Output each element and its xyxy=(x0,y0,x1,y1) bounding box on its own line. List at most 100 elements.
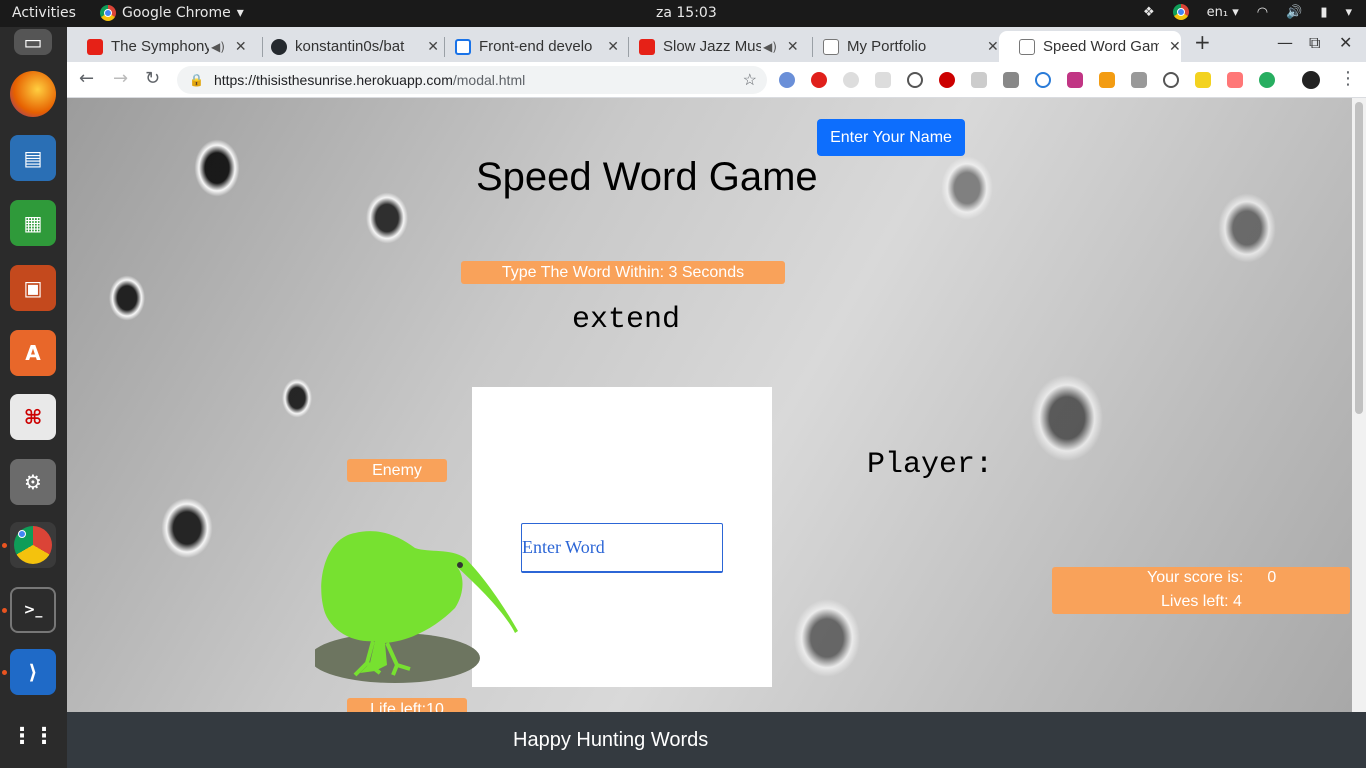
player-label: Player: xyxy=(867,448,994,482)
close-icon[interactable]: ✕ xyxy=(235,39,247,55)
new-tab-button[interactable]: + xyxy=(1194,30,1211,54)
extension-icon[interactable] xyxy=(1099,72,1115,88)
close-icon[interactable]: ✕ xyxy=(607,39,619,55)
tab-title: Front-end develo xyxy=(479,38,593,55)
libreoffice-calc-icon[interactable]: ▦ xyxy=(10,200,56,246)
tab-strip: The Symphony ◀) ✕ konstantin0s/bat ✕ Fro… xyxy=(67,27,1366,62)
speaker-icon[interactable]: ◀) xyxy=(763,40,777,54)
speaker-icon[interactable]: ◀) xyxy=(211,40,225,54)
profile-avatar[interactable] xyxy=(1302,71,1320,89)
tab-the-symphony[interactable]: The Symphony ◀) ✕ xyxy=(67,31,262,62)
minimize-button[interactable]: — xyxy=(1277,33,1293,52)
app-menu-label: Google Chrome xyxy=(122,5,231,21)
activities-button[interactable]: Activities xyxy=(12,5,76,21)
youtube-icon xyxy=(87,38,103,55)
extension-icon[interactable] xyxy=(1259,72,1275,88)
running-indicator xyxy=(2,608,7,613)
enemy-label: Enemy xyxy=(347,459,447,482)
extension-icon[interactable] xyxy=(907,72,923,88)
page-title: Speed Word Game xyxy=(476,155,818,199)
extension-icon[interactable] xyxy=(971,72,987,88)
address-bar[interactable]: 🔒 https://thisisthesunrise.herokuapp.com… xyxy=(177,66,767,94)
enter-name-button[interactable]: Enter Your Name xyxy=(817,119,965,156)
page-viewport: Enter Your Name Speed Word Game Type The… xyxy=(67,98,1352,712)
adblock-icon[interactable] xyxy=(939,72,955,88)
menu-icon[interactable]: ⋮ xyxy=(1339,68,1357,89)
close-icon[interactable]: ✕ xyxy=(787,39,799,55)
score-label: Your score is: xyxy=(1147,569,1244,586)
system-tray[interactable]: ❖ en₁ ▾ ◠ 🔊 ▮ ▾ xyxy=(1143,4,1352,20)
settings-icon[interactable]: ⚙ xyxy=(10,459,56,505)
pocket-icon[interactable] xyxy=(1163,72,1179,88)
instagram-icon[interactable] xyxy=(1067,72,1083,88)
chrome-icon xyxy=(100,5,116,21)
volume-icon: 🔊 xyxy=(1286,4,1303,20)
terminal-icon[interactable]: >_ xyxy=(10,587,56,633)
tab-slow-jazz[interactable]: Slow Jazz Mus ◀) ✕ xyxy=(619,31,809,62)
close-window-button[interactable]: ✕ xyxy=(1339,33,1352,52)
json-viewer-icon[interactable] xyxy=(1195,72,1211,88)
bookmark-star-icon[interactable]: ☆ xyxy=(743,70,757,90)
kiwi-enemy-icon xyxy=(315,531,518,683)
extension-icon[interactable] xyxy=(779,72,795,88)
tab-title: konstantin0s/bat xyxy=(295,38,405,55)
back-button[interactable]: ← xyxy=(79,68,94,89)
reload-button[interactable]: ↻ xyxy=(145,68,160,89)
lock-icon[interactable]: 🔒 xyxy=(189,73,204,87)
system-top-bar: Activities Google Chrome ▾ za 15:03 ❖ en… xyxy=(0,0,1366,27)
restore-button[interactable]: ⧉ xyxy=(1309,33,1320,53)
github-icon xyxy=(271,38,287,55)
extension-icon[interactable] xyxy=(875,72,891,88)
tab-front-end[interactable]: Front-end develo ✕ xyxy=(435,31,619,62)
extension-icon[interactable] xyxy=(1035,72,1051,88)
page-scrollbar[interactable] xyxy=(1352,98,1366,712)
libreoffice-writer-icon[interactable]: ▤ xyxy=(10,135,56,181)
running-indicator xyxy=(2,670,7,675)
show-desktop-icon[interactable]: ▭ xyxy=(14,29,52,55)
keyboard-layout-label: en₁ xyxy=(1206,4,1229,20)
extension-icon[interactable] xyxy=(843,72,859,88)
extension-icon[interactable] xyxy=(1227,72,1243,88)
score-panel: Your score is: 0 Lives left: 4 xyxy=(1052,567,1350,614)
scrollbar-thumb[interactable] xyxy=(1355,102,1363,414)
tab-my-portfolio[interactable]: My Portfolio ✕ xyxy=(803,31,999,62)
software-center-icon[interactable]: A xyxy=(10,330,56,376)
app-menu[interactable]: Google Chrome ▾ xyxy=(100,5,244,21)
libreoffice-impress-icon[interactable]: ▣ xyxy=(10,265,56,311)
page-icon xyxy=(455,38,471,55)
running-indicator xyxy=(2,543,7,548)
extension-icon[interactable] xyxy=(1003,72,1019,88)
clock[interactable]: za 15:03 xyxy=(656,5,717,21)
tab-github[interactable]: konstantin0s/bat ✕ xyxy=(251,31,439,62)
close-icon[interactable]: ✕ xyxy=(987,39,999,55)
battery-icon: ▮ xyxy=(1320,4,1328,20)
tab-speed-word-game[interactable]: Speed Word Gam ✕ xyxy=(999,31,1181,62)
page-icon xyxy=(823,38,839,55)
word-input[interactable] xyxy=(521,523,723,573)
show-applications-icon[interactable]: ⋮⋮ xyxy=(10,713,56,759)
firefox-icon[interactable] xyxy=(10,71,56,117)
tab-title: Slow Jazz Mus xyxy=(663,38,761,55)
timer-badge: Type The Word Within: 3 Seconds xyxy=(461,261,785,284)
extension-icon[interactable] xyxy=(811,72,827,88)
document-viewer-icon[interactable]: ⌘ xyxy=(10,394,56,440)
chrome-tray-icon[interactable] xyxy=(1172,4,1189,20)
extension-icon[interactable] xyxy=(1131,72,1147,88)
dock: ▭ ▤ ▦ ▣ A ⌘ ⚙ >_ ⟩ ⋮⋮ xyxy=(0,27,67,768)
chrome-logo xyxy=(14,526,52,564)
dropbox-icon[interactable]: ❖ xyxy=(1143,5,1155,20)
url-path: /modal.html xyxy=(452,72,526,88)
close-icon[interactable]: ✕ xyxy=(1169,39,1181,55)
forward-button[interactable]: → xyxy=(113,68,128,89)
keyboard-layout[interactable]: en₁ ▾ xyxy=(1207,5,1239,20)
url-host: https://thisisthesunrise.herokuapp.com xyxy=(213,72,453,88)
score-row: Your score is: 0 xyxy=(1147,569,1276,587)
chevron-down-icon: ▾ xyxy=(236,5,244,21)
chevron-down-icon[interactable]: ▾ xyxy=(1345,5,1352,20)
page-footer: Happy Hunting Words xyxy=(67,712,1366,768)
chrome-dock-icon[interactable] xyxy=(10,522,56,568)
tab-title: Speed Word Gam xyxy=(1043,38,1159,55)
page-icon xyxy=(1019,38,1035,55)
vscode-icon[interactable]: ⟩ xyxy=(10,649,56,695)
lives-left: Lives left: 4 xyxy=(1161,593,1242,610)
